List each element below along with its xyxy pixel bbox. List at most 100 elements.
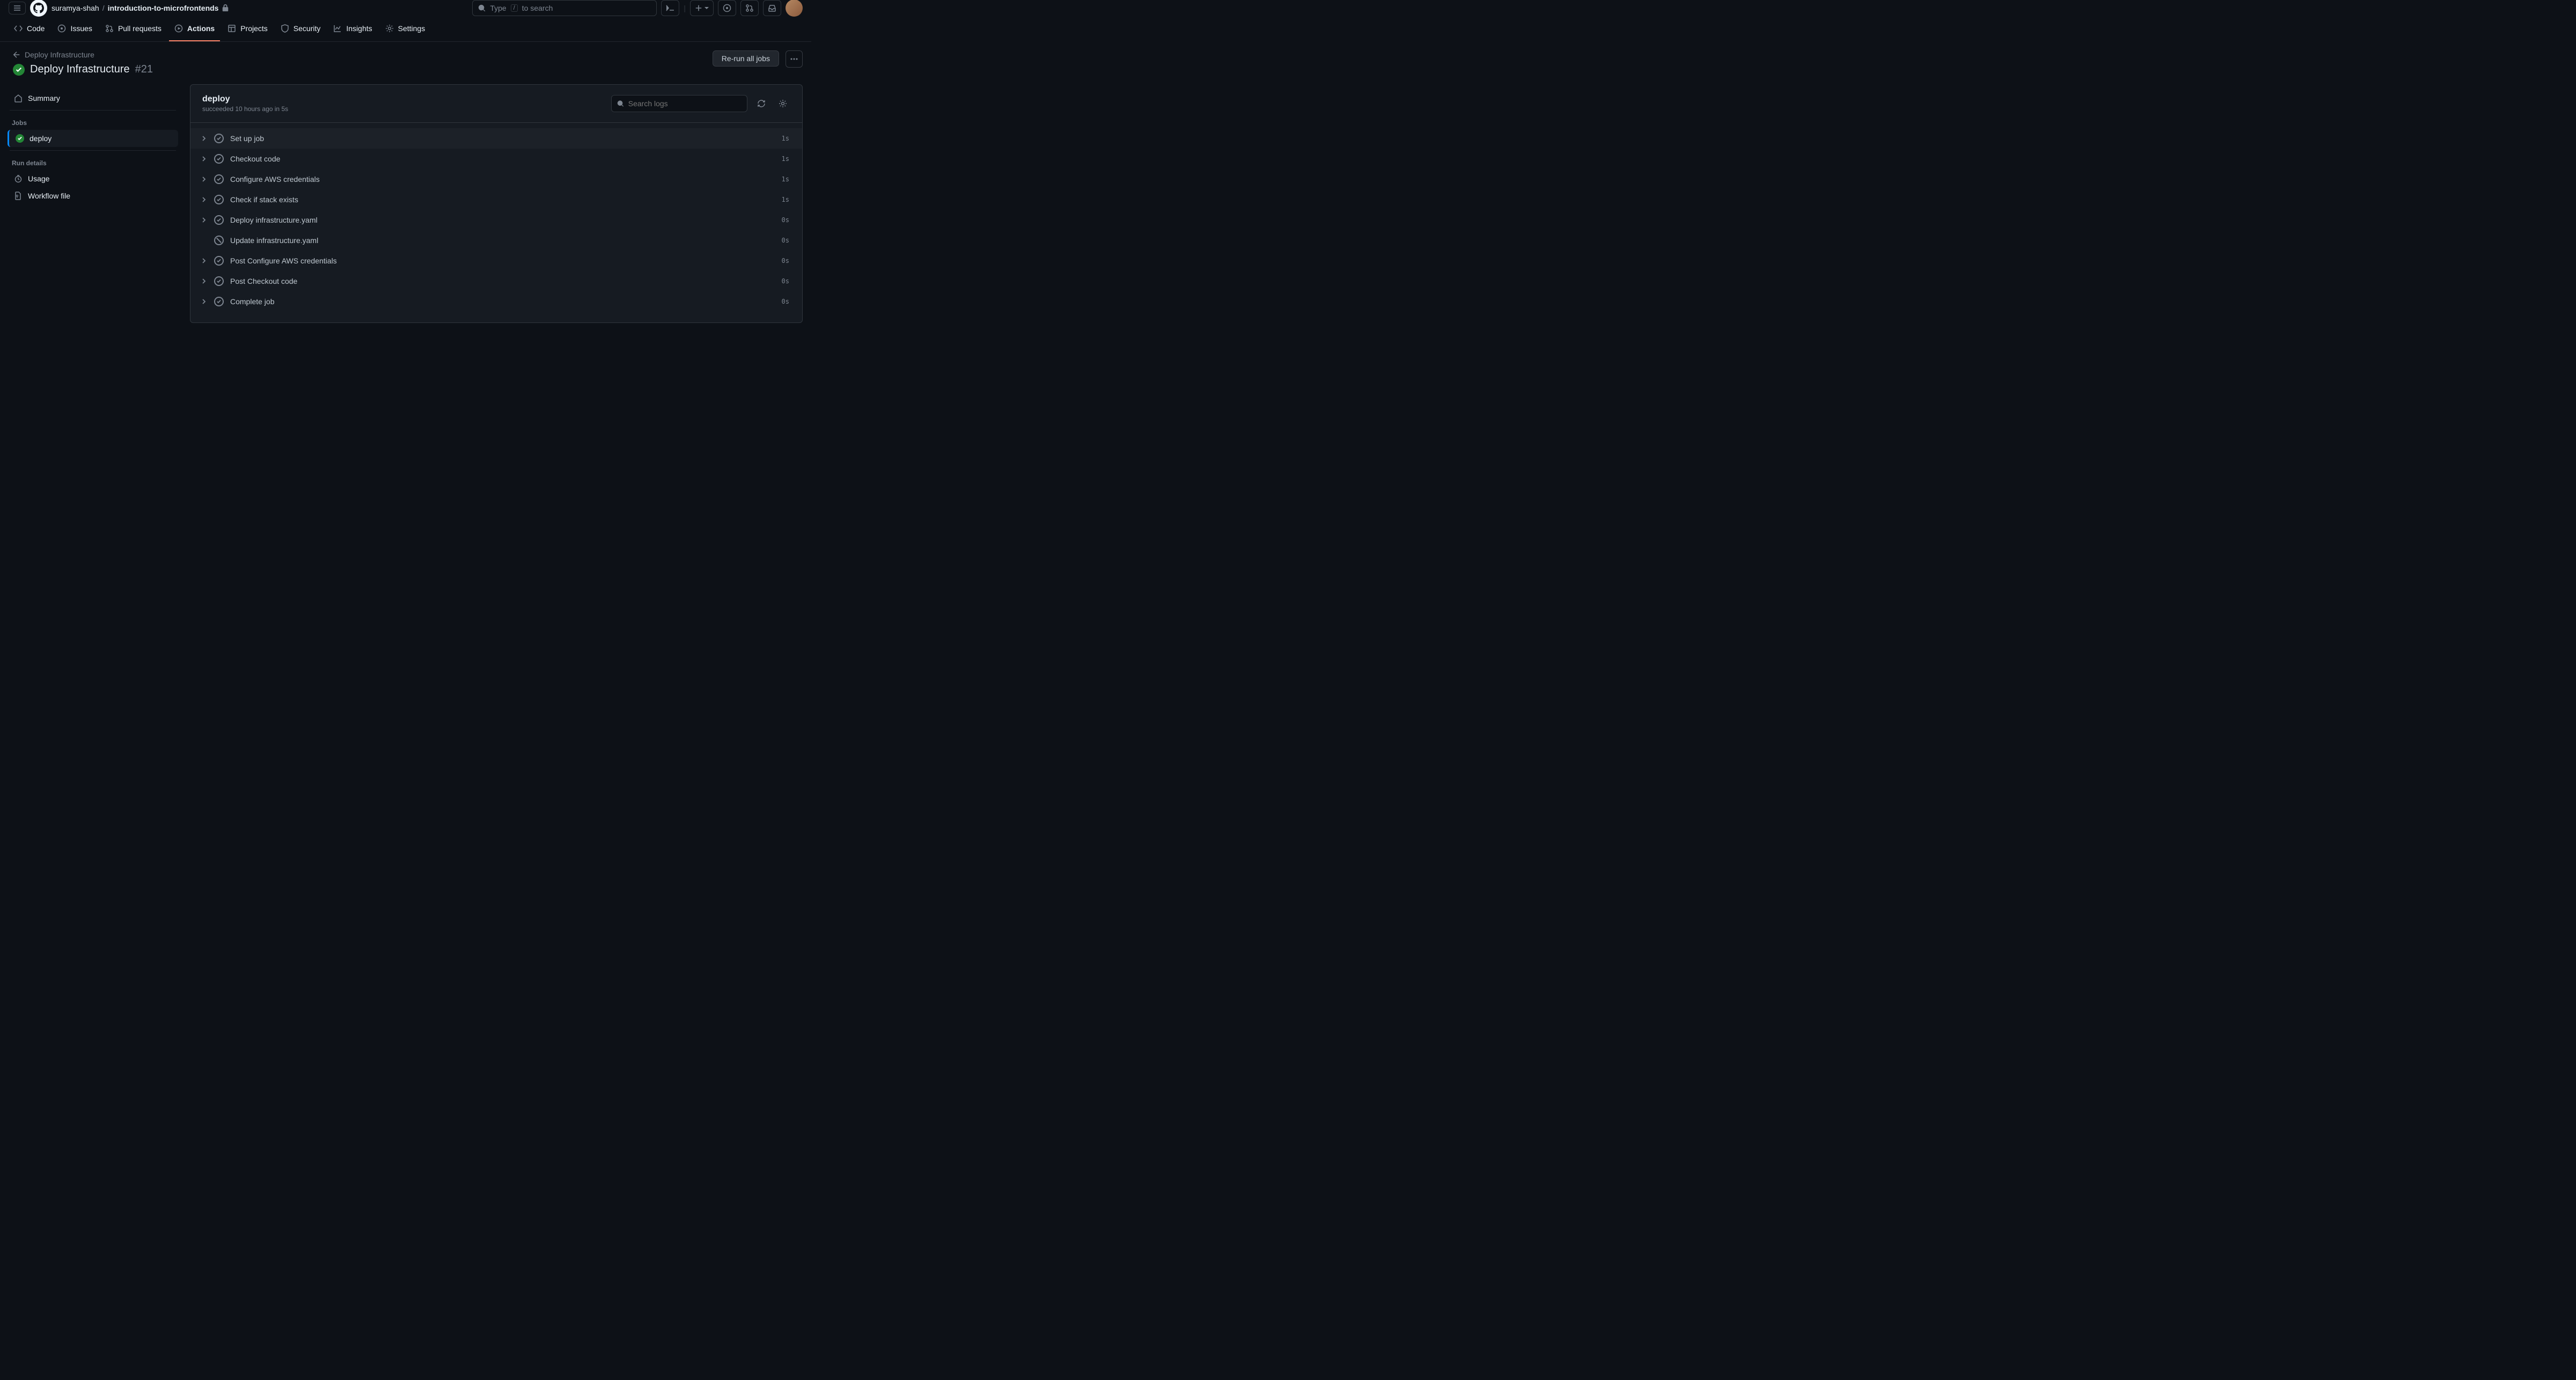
step-row[interactable]: Check if stack exists1s	[190, 189, 802, 210]
gear-icon	[779, 99, 787, 108]
step-duration: 0s	[782, 277, 789, 285]
create-new-button[interactable]	[690, 0, 714, 16]
issue-icon	[723, 4, 731, 12]
step-name: Complete job	[230, 297, 775, 306]
chevron-right-icon	[200, 299, 208, 304]
step-success-icon	[214, 154, 224, 164]
step-name: Post Checkout code	[230, 277, 775, 285]
command-palette-button[interactable]	[661, 0, 679, 16]
global-search[interactable]: Type / to search	[472, 0, 657, 16]
step-name: Set up job	[230, 134, 775, 143]
chevron-right-icon	[200, 278, 208, 284]
step-row[interactable]: Complete job 0s	[190, 291, 802, 312]
settings-tab-icon	[385, 24, 394, 33]
user-avatar[interactable]	[786, 0, 803, 17]
step-success-icon	[214, 215, 224, 225]
tab-insights[interactable]: Insights	[328, 17, 377, 41]
search-suffix: to search	[522, 4, 553, 12]
job-name: deploy	[202, 94, 605, 104]
step-row[interactable]: Post Configure AWS credentials 0s	[190, 251, 802, 271]
step-duration: 1s	[782, 135, 789, 142]
step-success-icon	[214, 256, 224, 266]
code-icon	[14, 24, 23, 33]
inbox-icon	[768, 4, 776, 12]
breadcrumb-owner[interactable]: suramya-shah	[52, 4, 99, 12]
step-success-icon	[214, 276, 224, 286]
workflow-header: Deploy Infrastructure Deploy Infrastruct…	[0, 42, 811, 84]
actions-tab-icon	[174, 24, 183, 33]
arrow-left-icon	[13, 51, 20, 58]
sidebar-job-deploy[interactable]: deploy	[8, 130, 178, 147]
security-tab-icon	[281, 24, 289, 33]
step-row[interactable]: Checkout code1s	[190, 149, 802, 169]
jobs-heading: Jobs	[4, 114, 181, 130]
steps-list: Set up job1sCheckout code1sConfigure AWS…	[190, 123, 802, 322]
skipped-icon	[214, 236, 224, 245]
github-mark-icon	[33, 3, 44, 13]
chevron-right-icon	[200, 136, 208, 141]
back-link[interactable]: Deploy Infrastructure	[13, 50, 706, 59]
log-search[interactable]	[611, 95, 747, 112]
step-row[interactable]: Set up job 1s	[190, 128, 802, 149]
pulls-button[interactable]	[740, 0, 759, 16]
success-icon	[13, 64, 25, 76]
step-name: Post Configure AWS credentials	[230, 256, 775, 265]
search-icon	[617, 100, 624, 107]
tab-issues[interactable]: Issues	[52, 17, 97, 41]
tab-pulls[interactable]: Pull requests	[100, 17, 167, 41]
step-row[interactable]: Configure AWS credentials 1s	[190, 169, 802, 189]
step-duration: 0s	[782, 298, 789, 305]
stopwatch-icon	[14, 174, 23, 183]
chevron-right-icon	[200, 197, 208, 202]
step-row[interactable]: Update infrastructure.yaml0s	[190, 230, 802, 251]
step-row[interactable]: Deploy infrastructure.yaml0s	[190, 210, 802, 230]
panel-header: deploy succeeded 10 hours ago in 5s	[190, 85, 802, 123]
tab-security[interactable]: Security	[275, 17, 326, 41]
step-name: Configure AWS credentials	[230, 175, 775, 183]
sync-icon	[757, 99, 766, 108]
breadcrumb-repo[interactable]: introduction-to-microfrontends	[108, 4, 219, 12]
plus-icon	[695, 4, 702, 12]
log-settings-button[interactable]	[775, 96, 790, 111]
file-icon	[14, 192, 23, 200]
job-status-line: succeeded 10 hours ago in 5s	[202, 105, 605, 113]
chevron-right-icon	[200, 217, 208, 223]
step-duration: 0s	[782, 257, 789, 265]
caret-down-icon	[704, 6, 709, 10]
step-duration: 1s	[782, 175, 789, 183]
step-name: Update infrastructure.yaml	[230, 236, 775, 245]
sidebar-workflow-file[interactable]: Workflow file	[8, 187, 178, 204]
issues-tab-icon	[57, 24, 66, 33]
rerun-all-jobs-button[interactable]: Re-run all jobs	[713, 50, 779, 67]
step-success-icon	[214, 297, 224, 306]
tab-settings[interactable]: Settings	[380, 17, 431, 41]
step-row[interactable]: Post Checkout code 0s	[190, 271, 802, 291]
job-success-icon	[16, 134, 24, 143]
sidebar-summary[interactable]: Summary	[8, 90, 178, 107]
repo-tabs: Code Issues Pull requests Actions Projec…	[0, 16, 811, 42]
more-options-button[interactable]	[786, 50, 803, 68]
breadcrumb: suramya-shah / introduction-to-microfron…	[52, 4, 229, 12]
chevron-right-icon	[200, 258, 208, 263]
hamburger-menu[interactable]	[9, 2, 26, 14]
step-duration: 0s	[782, 216, 789, 224]
log-panel: deploy succeeded 10 hours ago in 5s Set …	[190, 84, 803, 323]
tab-projects[interactable]: Projects	[222, 17, 273, 41]
home-icon	[14, 94, 23, 102]
search-prefix: Type	[490, 4, 506, 12]
run-details-heading: Run details	[4, 154, 181, 170]
notifications-button[interactable]	[763, 0, 781, 16]
issues-button[interactable]	[718, 0, 736, 16]
log-search-input[interactable]	[628, 99, 742, 108]
tab-actions[interactable]: Actions	[169, 17, 220, 41]
lock-icon	[222, 4, 229, 12]
github-logo[interactable]	[30, 0, 47, 17]
step-success-icon	[214, 134, 224, 143]
sidebar-usage[interactable]: Usage	[8, 170, 178, 187]
tab-code[interactable]: Code	[9, 17, 50, 41]
hamburger-icon	[13, 4, 21, 12]
refresh-button[interactable]	[754, 96, 769, 111]
run-number: #21	[135, 63, 153, 76]
kebab-icon	[790, 55, 798, 63]
step-name: Checkout code	[230, 155, 775, 163]
